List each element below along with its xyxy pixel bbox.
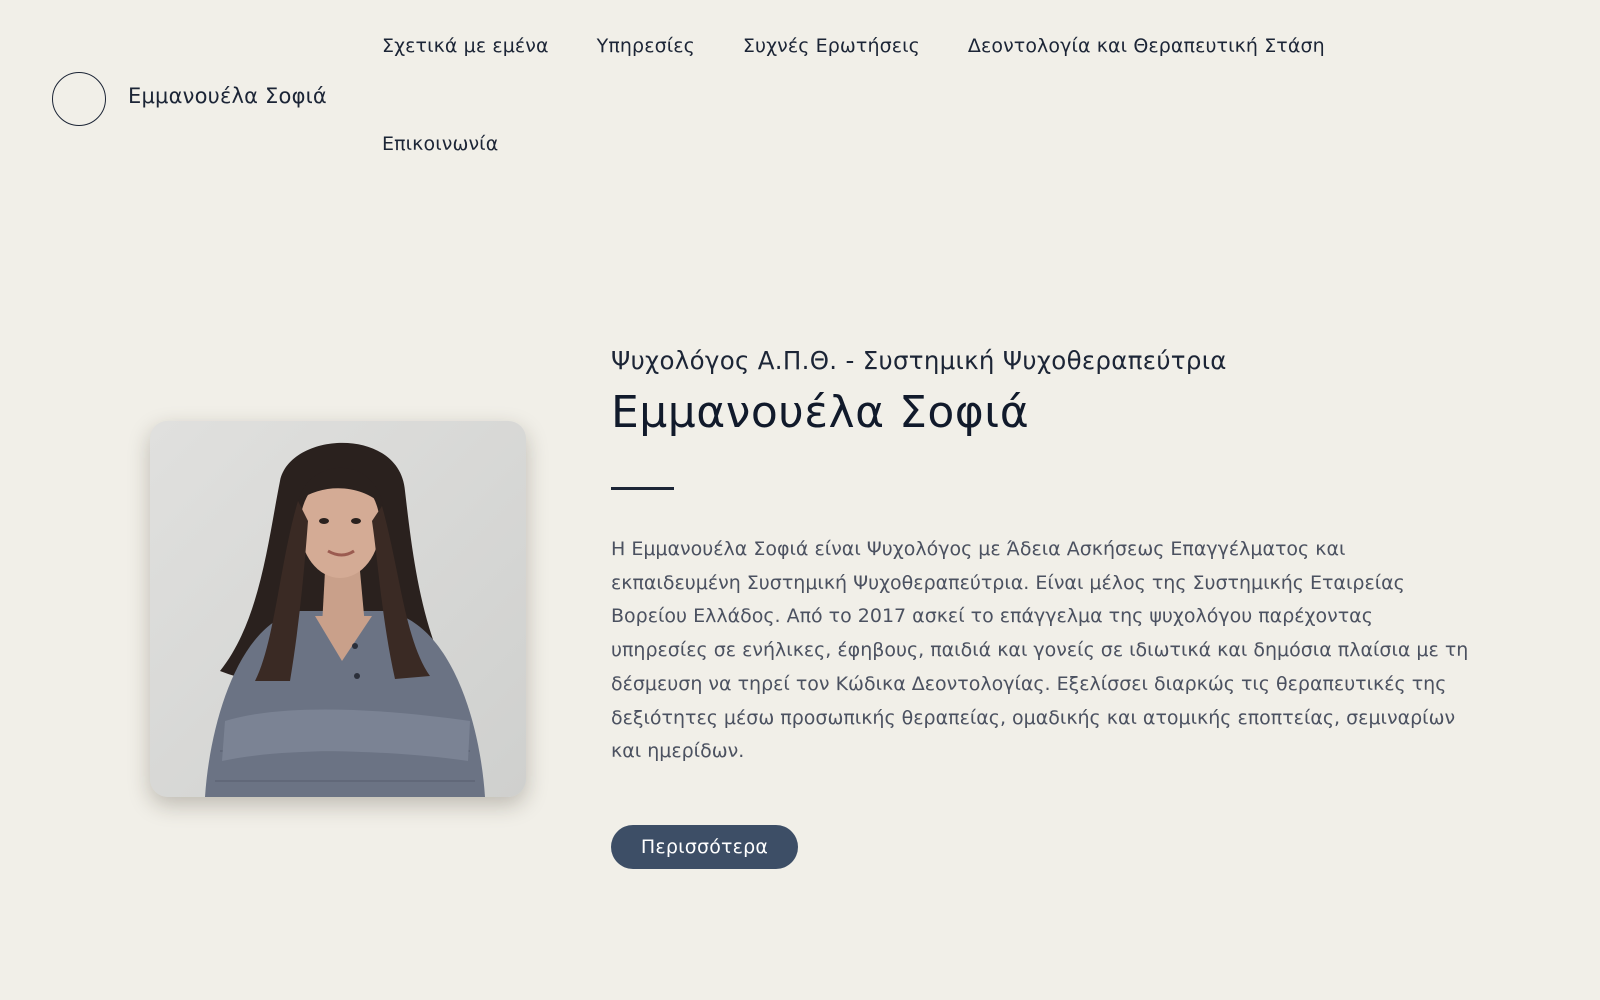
nav-item-ethics[interactable]: Δεοντολογία και Θεραπευτική Στάση [968, 34, 1325, 58]
nav-item-contact[interactable]: Επικοινωνία [382, 132, 498, 156]
title-divider [611, 487, 674, 490]
logo-circle-icon[interactable] [52, 72, 106, 126]
nav-item-faq[interactable]: Συχνές Ερωτήσεις [743, 34, 920, 58]
brand-name-link[interactable]: Εμμανουέλα Σοφιά [128, 84, 327, 108]
more-button[interactable]: Περισσότερα [611, 825, 798, 869]
nav-item-about[interactable]: Σχετικά με εμένα [382, 34, 549, 58]
page-title: Εμμανουέλα Σοφιά [611, 387, 1030, 438]
main-navigation: Σχετικά με εμένα Υπηρεσίες Συχνές Ερωτήσ… [382, 34, 1392, 156]
profile-photo [150, 421, 526, 797]
profile-photo-illustration [150, 421, 526, 797]
bio-paragraph: Η Εμμανουέλα Σοφιά είναι Ψυχολόγος με Άδ… [611, 538, 1469, 763]
professional-subtitle: Ψυχολόγος Α.Π.Θ. - Συστημική Ψυχοθεραπεύ… [611, 346, 1227, 375]
nav-item-services[interactable]: Υπηρεσίες [597, 34, 695, 58]
